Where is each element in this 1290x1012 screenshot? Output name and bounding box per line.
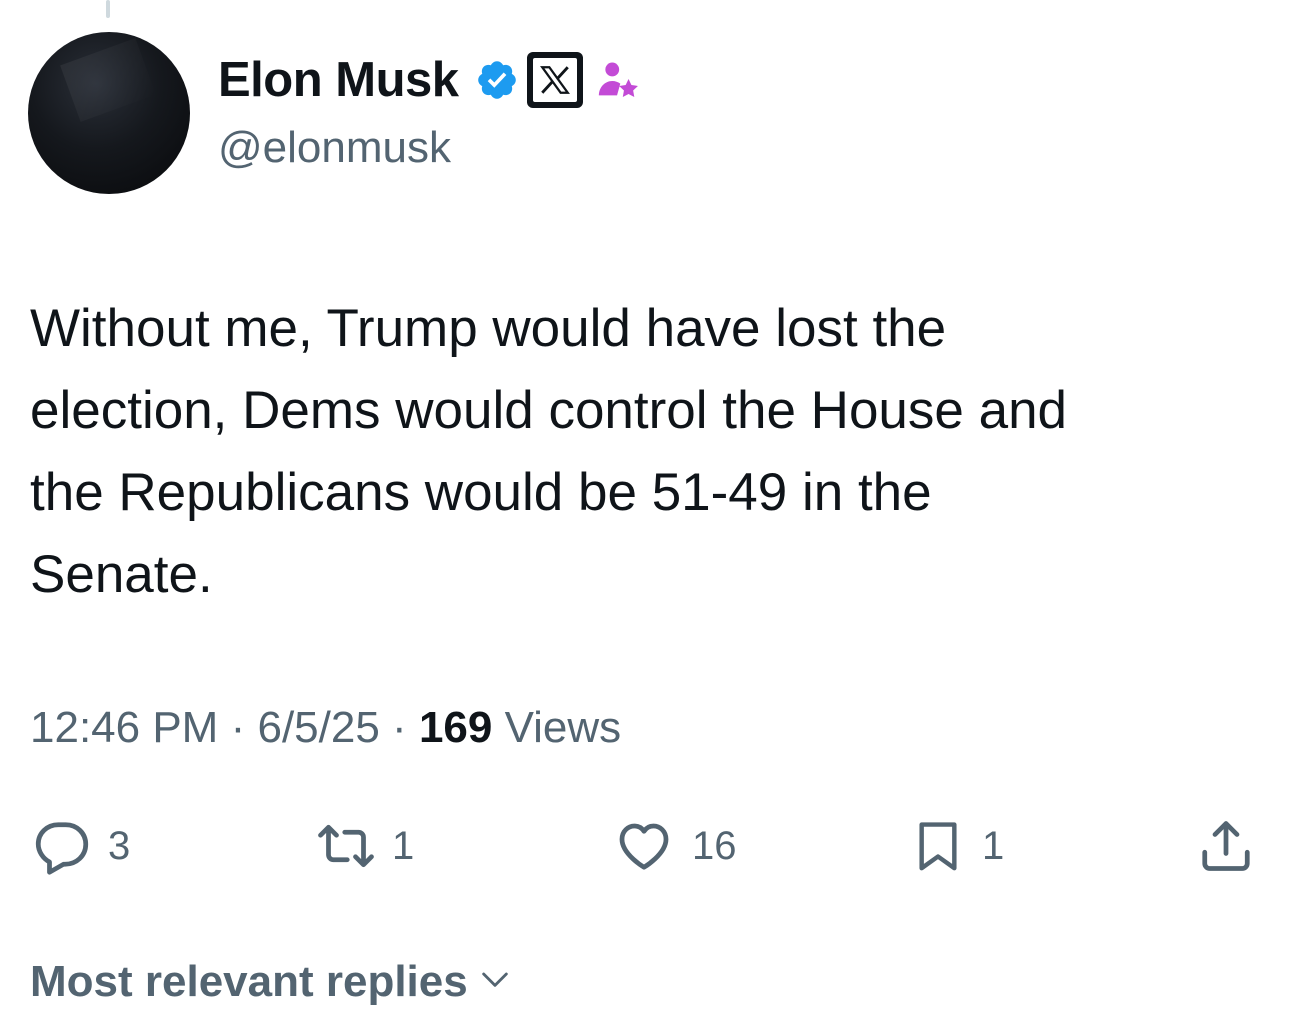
meta-separator: · <box>392 703 407 752</box>
verified-badge-icon[interactable] <box>475 58 519 102</box>
tweet-text: Without me, Trump would have lost the el… <box>30 299 1068 604</box>
author-name-row: Elon Musk <box>218 50 641 110</box>
bookmark-icon <box>910 814 966 878</box>
tweet-meta: 12:46 PM · 6/5/25 · 169 Views <box>30 696 621 760</box>
tweet-date[interactable]: 6/5/25 <box>257 703 379 752</box>
replies-sort-selector[interactable]: Most relevant replies <box>30 952 512 1012</box>
like-button[interactable]: 16 <box>612 808 737 884</box>
reply-button[interactable]: 3 <box>32 808 130 884</box>
heart-icon <box>612 816 676 876</box>
repost-icon <box>316 816 376 876</box>
reply-count: 3 <box>108 823 131 868</box>
share-button[interactable] <box>1196 808 1256 884</box>
chevron-down-icon <box>478 952 512 1012</box>
author-display-name[interactable]: Elon Musk <box>218 50 459 110</box>
views-count[interactable]: 169 <box>419 703 492 752</box>
like-count: 16 <box>692 823 737 868</box>
tweet-time[interactable]: 12:46 PM <box>30 703 218 752</box>
repost-button[interactable]: 1 <box>316 808 414 884</box>
tweet-actions-bar: 3 1 16 1 <box>0 808 1290 884</box>
share-icon <box>1196 815 1256 877</box>
bookmark-button[interactable]: 1 <box>910 808 1004 884</box>
meta-separator: · <box>230 703 246 752</box>
person-star-icon[interactable] <box>595 57 641 103</box>
repost-count: 1 <box>392 823 415 868</box>
bookmark-count: 1 <box>982 823 1005 868</box>
x-affiliate-badge-icon[interactable] <box>526 52 583 108</box>
replies-sort-label: Most relevant replies <box>30 957 468 1006</box>
reply-icon <box>32 816 92 876</box>
avatar[interactable] <box>28 32 190 194</box>
views-label: Views <box>504 703 622 752</box>
author-handle[interactable]: @elonmusk <box>218 120 451 176</box>
thread-connector-line <box>106 0 110 18</box>
